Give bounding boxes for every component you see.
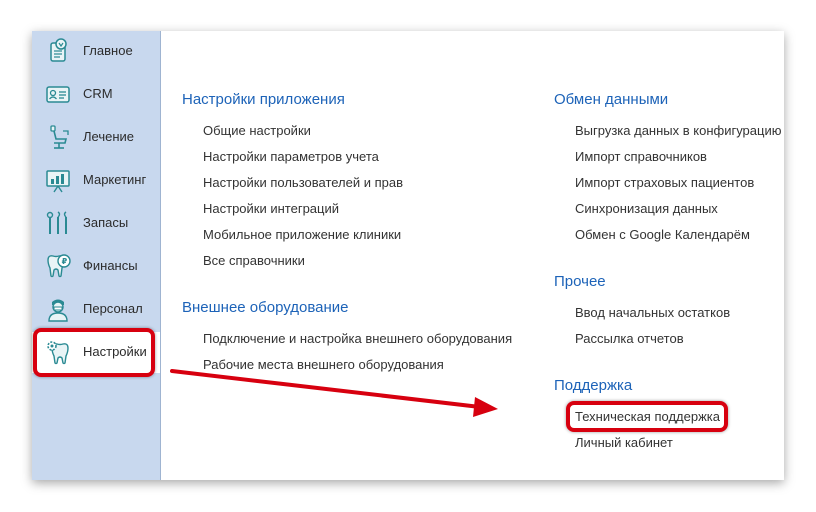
link-accounting-params[interactable]: Настройки параметров учета: [203, 149, 379, 164]
link-export-config[interactable]: Выгрузка данных в конфигурацию: [575, 123, 781, 138]
sidebar-item-treatment[interactable]: Лечение: [32, 117, 160, 157]
link-report-mailing[interactable]: Рассылка отчетов: [575, 331, 684, 346]
link-opening-balances[interactable]: Ввод начальных остатков: [575, 305, 730, 320]
dental-chair-icon: [43, 122, 73, 152]
link-equipment-setup[interactable]: Подключение и настройка внешнего оборудо…: [203, 331, 512, 346]
home-doc-icon: [43, 36, 73, 66]
link-import-insurance-patients[interactable]: Импорт страховых пациентов: [575, 175, 754, 190]
sidebar-item-label: Главное: [83, 43, 133, 58]
doctor-icon: [43, 294, 73, 324]
dental-tools-icon: [43, 208, 73, 238]
section-title-data-exchange: Обмен данными: [554, 91, 669, 108]
sidebar-item-staff[interactable]: Персонал: [32, 289, 160, 329]
contact-card-icon: [43, 79, 73, 109]
sidebar-item-label: Запасы: [83, 215, 129, 230]
section-title-external-equipment: Внешнее оборудование: [182, 299, 349, 316]
sidebar-item-marketing[interactable]: Маркетинг: [32, 160, 160, 200]
sidebar-item-crm[interactable]: CRM: [32, 74, 160, 114]
highlight-tech-support-box: [566, 401, 728, 432]
sidebar-item-main[interactable]: Главное: [32, 31, 160, 71]
sidebar-item-label: Маркетинг: [83, 172, 147, 187]
section-title-app-settings: Настройки приложения: [182, 91, 345, 108]
sidebar-item-finance[interactable]: ₽ Финансы: [32, 246, 160, 286]
link-general-settings[interactable]: Общие настройки: [203, 123, 311, 138]
link-mobile-app[interactable]: Мобильное приложение клиники: [203, 227, 401, 242]
svg-text:₽: ₽: [62, 257, 68, 266]
link-google-calendar[interactable]: Обмен с Google Календарём: [575, 227, 750, 242]
tooth-coin-icon: ₽: [43, 251, 73, 281]
section-title-other: Прочее: [554, 273, 606, 290]
sidebar-item-label: Лечение: [83, 129, 135, 144]
chart-board-icon: [43, 165, 73, 195]
section-title-support: Поддержка: [554, 377, 633, 394]
link-import-directories[interactable]: Импорт справочников: [575, 149, 707, 164]
link-equipment-workplaces[interactable]: Рабочие места внешнего оборудования: [203, 357, 444, 372]
sidebar-item-label: Финансы: [83, 258, 138, 273]
link-integrations[interactable]: Настройки интеграций: [203, 201, 339, 216]
link-users-rights[interactable]: Настройки пользователей и прав: [203, 175, 403, 190]
link-all-directories[interactable]: Все справочники: [203, 253, 305, 268]
sidebar-item-stock[interactable]: Запасы: [32, 203, 160, 243]
link-data-sync[interactable]: Синхронизация данных: [575, 201, 718, 216]
sidebar-item-label: Персонал: [83, 301, 143, 316]
sidebar: Главное CRM Лечение Маркетинг Запасы ₽ Ф…: [32, 31, 161, 480]
sidebar-item-label: CRM: [83, 86, 113, 101]
highlight-settings-box: [33, 328, 155, 377]
link-personal-account[interactable]: Личный кабинет: [575, 435, 673, 450]
